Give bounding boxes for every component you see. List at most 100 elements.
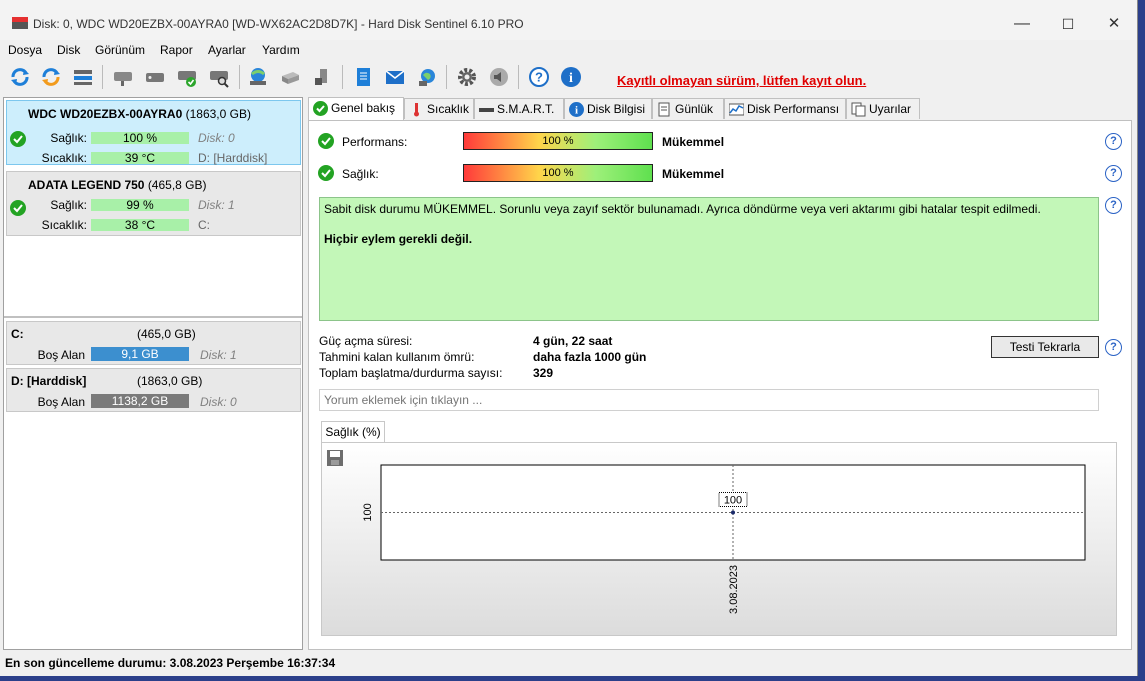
tab-label: Uyarılar (869, 102, 912, 116)
report-icon[interactable] (350, 64, 376, 90)
comment-input[interactable] (319, 389, 1099, 411)
partition-name: D: [Harddisk] (11, 374, 87, 388)
performance-chart-icon (729, 103, 744, 116)
disk-search-icon[interactable] (206, 64, 232, 90)
tab-temperature[interactable]: Sıcaklık (404, 98, 474, 119)
tab-label: Günlük (675, 102, 714, 116)
disk-test-icon[interactable] (110, 64, 136, 90)
svg-text:i: i (569, 71, 573, 86)
tab-disk-info[interactable]: i Disk Bilgisi (564, 98, 652, 119)
status-help-icon[interactable]: ? (1105, 197, 1122, 214)
lifetime-label: Tahmini kalan kullanım ömrü: (319, 350, 475, 364)
free-space-bar: 9,1 GB (91, 347, 189, 361)
disk-list-icon[interactable] (70, 64, 96, 90)
health-label: Sağlık: (50, 131, 87, 145)
tab-overview[interactable]: Genel bakış (308, 97, 404, 120)
last-update-text: En son güncelleme durumu: 3.08.2023 Perş… (5, 656, 336, 670)
health-bar: 100 % (463, 164, 653, 182)
disk-card-0[interactable]: WDC WD20EZBX-00AYRA0 (1863,0 GB) Sağlık:… (6, 100, 301, 165)
start-stop-label: Toplam başlatma/durdurma sayısı: (319, 366, 503, 380)
network-disk-icon[interactable] (245, 64, 271, 90)
status-text: Sabit disk durumu MÜKEMMEL. Sorunlu veya… (324, 202, 1041, 216)
info-icon[interactable]: i (558, 64, 584, 90)
performance-help-icon[interactable]: ? (1105, 133, 1122, 150)
lifetime-value: daha fazla 1000 gün (533, 350, 647, 364)
register-notice-link[interactable]: Kayıtlı olmayan sürüm, lütfen kayıt olun… (617, 73, 866, 88)
refresh-icon[interactable] (7, 64, 33, 90)
alerts-document-icon (851, 102, 866, 117)
menu-yardim[interactable]: Yardım (262, 43, 300, 57)
performance-rating: Mükemmel (662, 135, 725, 149)
tab-smart[interactable]: S.M.A.R.T. (474, 98, 564, 119)
tab-label: Genel bakış (331, 101, 396, 115)
document-icon (658, 102, 670, 117)
disk-surface-icon[interactable] (142, 64, 168, 90)
partition-size: (1863,0 GB) (137, 374, 203, 388)
disk-size: (1863,0 GB) (185, 107, 251, 121)
power-on-label: Güç açma süresi: (319, 334, 413, 348)
panel-divider (4, 316, 302, 318)
menu-gorunum[interactable]: Görünüm (95, 43, 145, 57)
data-label: 100 (724, 495, 742, 507)
retest-help-icon[interactable]: ? (1105, 339, 1122, 356)
retest-button[interactable]: Testi Tekrarla (991, 336, 1099, 358)
partition-name: C: (11, 327, 24, 341)
menu-disk[interactable]: Disk (57, 43, 80, 57)
partition-size: (465,0 GB) (137, 327, 196, 341)
start-stop-value: 329 (533, 366, 554, 380)
disk-name: WDC WD20EZBX-00AYRA0 (28, 107, 183, 121)
help-question-icon[interactable]: ? (526, 64, 552, 90)
health-bar: 99 % (91, 199, 189, 211)
status-description-box: Sabit disk durumu MÜKEMMEL. Sorunlu veya… (319, 197, 1099, 321)
tab-log[interactable]: Günlük (652, 98, 724, 119)
refresh-all-icon[interactable] (38, 64, 64, 90)
partition-disk: Disk: 1 (200, 348, 237, 362)
disk-index: Disk: 0 (198, 131, 235, 145)
free-space-label: Boş Alan (37, 395, 85, 409)
disk-volume: C: (198, 218, 210, 232)
usb-disk-icon[interactable] (309, 64, 335, 90)
check-circle-icon (313, 101, 328, 116)
data-point (731, 510, 735, 515)
temperature-bar: 39 °C (91, 152, 189, 164)
partition-disk: Disk: 0 (200, 395, 237, 409)
disk-volume: D: [Harddisk] (198, 151, 268, 165)
web-report-icon[interactable] (414, 64, 440, 90)
menu-ayarlar[interactable]: Ayarlar (208, 43, 246, 57)
settings-gear-icon[interactable] (454, 64, 480, 90)
chart-tab-health[interactable]: Sağlık (%) (321, 421, 385, 443)
maximize-button[interactable]: ☐ (1050, 10, 1086, 38)
partition-card-c[interactable]: C: (465,0 GB) Boş Alan 9,1 GB Disk: 1 (6, 321, 301, 365)
performance-bar: 100 % (463, 132, 653, 150)
svg-text:i: i (575, 105, 578, 117)
health-chart: 100 3.08.2023 100 (362, 464, 1086, 614)
external-disk-icon[interactable] (277, 64, 303, 90)
health-ok-check-icon (318, 165, 334, 181)
menu-rapor[interactable]: Rapor (160, 43, 193, 57)
x-tick-label: 3.08.2023 (728, 565, 740, 614)
email-icon[interactable] (382, 64, 408, 90)
tab-label: S.M.A.R.T. (497, 102, 555, 116)
app-logo-icon (12, 17, 28, 29)
health-label: Sağlık: (342, 167, 379, 181)
health-help-icon[interactable]: ? (1105, 165, 1122, 182)
toolbar: ? i Kayıtlı olmayan sürüm, lütfen kayıt … (0, 60, 1137, 96)
disk-card-1[interactable]: ADATA LEGEND 750 (465,8 GB) Sağlık: 99 %… (6, 171, 301, 236)
action-text: Hiçbir eylem gerekli değil. (324, 232, 473, 246)
disk-name: ADATA LEGEND 750 (28, 178, 145, 192)
temperature-label: Sıcaklık: (41, 218, 87, 232)
disk-list-panel: WDC WD20EZBX-00AYRA0 (1863,0 GB) Sağlık:… (3, 97, 303, 650)
sound-icon[interactable] (486, 64, 512, 90)
tab-disk-performance[interactable]: Disk Performansı (724, 98, 846, 119)
health-rating: Mükemmel (662, 167, 725, 181)
close-button[interactable]: ✕ (1096, 10, 1132, 38)
menu-dosya[interactable]: Dosya (8, 43, 42, 57)
menu-bar: Dosya Disk Görünüm Rapor Ayarlar Yardım (0, 40, 1137, 60)
tab-alerts[interactable]: Uyarılar (846, 98, 920, 119)
svg-text:?: ? (535, 70, 543, 85)
partition-card-d[interactable]: D: [Harddisk] (1863,0 GB) Boş Alan 1138,… (6, 368, 301, 412)
info-icon: i (569, 102, 584, 117)
title-bar: Disk: 0, WDC WD20EZBX-00AYRA0 [WD-WX62AC… (0, 0, 1137, 40)
disk-check-icon[interactable] (174, 64, 200, 90)
minimize-button[interactable]: — (1004, 10, 1040, 38)
